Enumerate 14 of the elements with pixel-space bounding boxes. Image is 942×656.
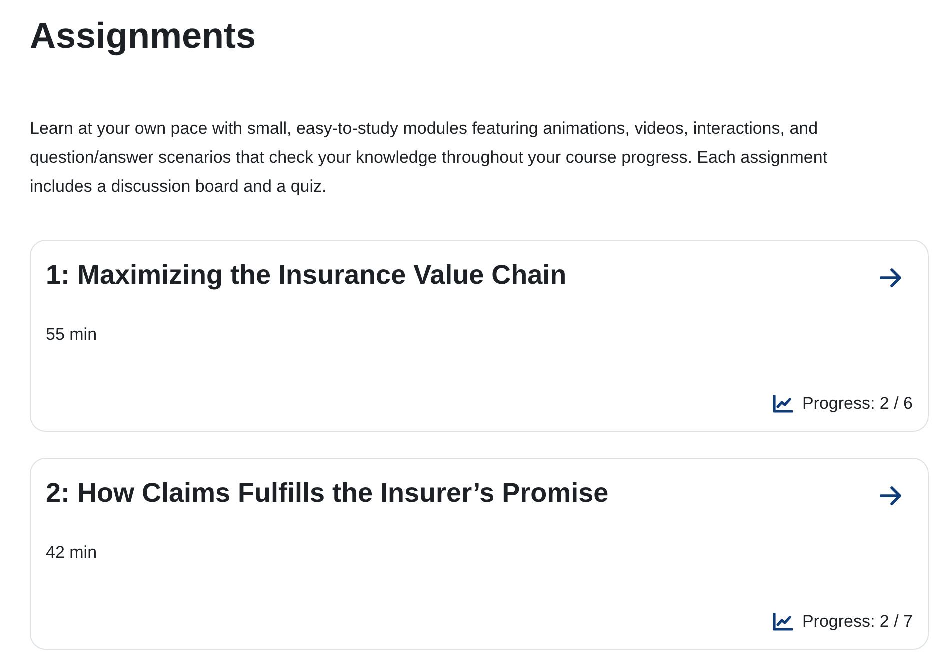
assignment-title: 2: How Claims Fulfills the Insurer’s Promise	[46, 477, 610, 510]
arrow-right-icon[interactable]	[880, 268, 902, 288]
intro-paragraph: Learn at your own pace with small, easy-to-study modules featuring animations, videos, interactions, and question/answer scenarios that check your knowledge throughout your course progress. Each assignment includes a discussion board and a quiz.	[30, 118, 829, 198]
line-chart-icon	[773, 613, 794, 631]
assignment-title: 1: Maximizing the Insurance Value Chain	[46, 259, 568, 292]
duration-text: 55 min	[46, 324, 98, 346]
progress-text: Progress: 2 / 6	[802, 393, 913, 415]
page-title: Assignments	[30, 14, 258, 58]
progress-text: Progress: 2 / 7	[802, 611, 913, 633]
duration-text: 42 min	[46, 542, 98, 564]
assignment-card[interactable]: 1: Maximizing the Insurance Value Chain 55 min Progress: 2 / 6	[30, 240, 929, 432]
assignment-card[interactable]: 2: How Claims Fulfills the Insurer’s Promise 42 min Progress: 2 / 7	[30, 458, 929, 650]
line-chart-icon	[773, 395, 794, 413]
arrow-right-icon[interactable]	[880, 486, 902, 506]
